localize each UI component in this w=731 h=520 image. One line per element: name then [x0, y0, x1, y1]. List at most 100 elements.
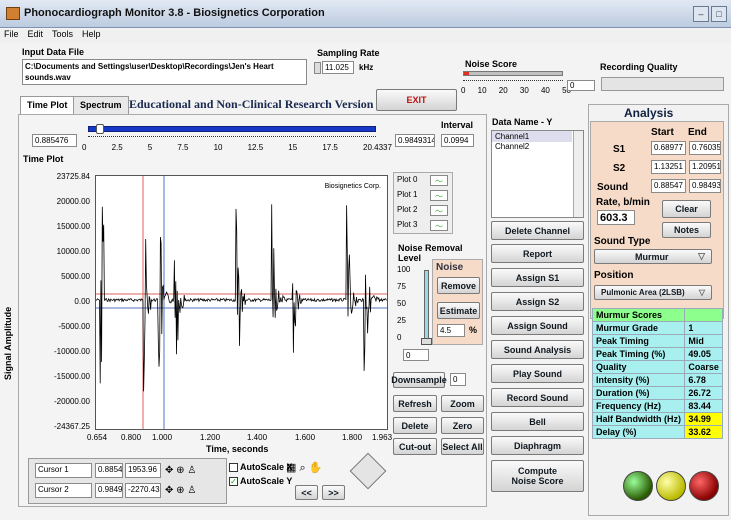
- clear-button[interactable]: Clear: [662, 200, 711, 218]
- graph-tools-icon[interactable]: ▦ ⌕ ✋: [286, 461, 322, 475]
- x-tick-label: 1.600: [295, 433, 316, 442]
- analysis-row-label: S1: [613, 144, 626, 155]
- action-button-assign-s2[interactable]: Assign S2: [491, 292, 584, 311]
- table-row: Intensity (%) 6.78: [591, 373, 723, 387]
- plot-swatch-icon: 〜: [430, 205, 448, 216]
- analysis-end-field: 1.20951: [689, 160, 721, 174]
- input-file-label: Input Data File: [22, 47, 85, 57]
- next-button[interactable]: >>: [322, 485, 345, 500]
- zero-button[interactable]: Zero: [441, 417, 484, 434]
- slider-tick: 17.5: [322, 143, 338, 152]
- table-row: Peak Timing (%) 49.05: [591, 347, 723, 361]
- compute-noise-score-button[interactable]: Compute Noise Score: [491, 460, 584, 492]
- delete-button[interactable]: Delete: [393, 417, 437, 434]
- plot-item[interactable]: Plot 2 〜: [397, 205, 451, 216]
- noise-level-slider[interactable]: [424, 270, 429, 340]
- slider-tick: 15: [288, 143, 298, 152]
- zoom-button[interactable]: Zoom: [441, 395, 484, 412]
- sampling-unit: kHz: [359, 63, 374, 72]
- action-button-delete-channel[interactable]: Delete Channel: [491, 221, 584, 240]
- list-item[interactable]: Channel2: [492, 142, 583, 151]
- estimate-noise-button[interactable]: Estimate: [437, 302, 480, 319]
- menu-tools[interactable]: Tools: [52, 29, 73, 39]
- autoscale-y-checkbox[interactable]: ✓: [229, 477, 238, 486]
- menu-edit[interactable]: Edit: [28, 29, 44, 39]
- action-button-assign-s1[interactable]: Assign S1: [491, 268, 584, 287]
- score-label: Peak Timing: [591, 334, 686, 348]
- yellow-light-icon: [656, 471, 686, 501]
- chevron-down-icon: ▽: [698, 251, 705, 261]
- cursor2-name[interactable]: Cursor 2: [35, 483, 92, 498]
- action-button-report[interactable]: Report: [491, 244, 584, 263]
- plot-swatch-icon: 〜: [430, 220, 448, 231]
- cursor1-x[interactable]: 0.88547: [95, 463, 123, 478]
- table-row: Murmur Scores: [591, 308, 723, 322]
- refresh-button[interactable]: Refresh: [393, 395, 437, 412]
- downsample-value[interactable]: 0: [450, 373, 466, 386]
- maximize-button[interactable]: □: [711, 6, 727, 22]
- noise-box: Noise Remove Estimate 4.5 %: [432, 259, 483, 345]
- y-axis-label: Signal Amplitude: [3, 306, 13, 380]
- remove-noise-button[interactable]: Remove: [437, 277, 480, 294]
- cursor1-name[interactable]: Cursor 1: [35, 463, 92, 478]
- menu-help[interactable]: Help: [82, 29, 101, 39]
- sound-type-select[interactable]: Murmur ▽: [594, 249, 712, 264]
- noise-level-value[interactable]: 0: [403, 349, 429, 361]
- noise-percent-field[interactable]: 4.5: [437, 324, 465, 337]
- action-button-record-sound[interactable]: Record Sound: [491, 388, 584, 407]
- score-label: Peak Timing (%): [591, 347, 686, 361]
- interval-start[interactable]: 0.9849314: [395, 134, 435, 147]
- cursor2-move-icon[interactable]: ✥ ⊕ ♙: [165, 485, 196, 496]
- select-all-button[interactable]: Select All: [441, 438, 484, 455]
- compute-line1: Compute: [518, 466, 557, 476]
- analysis-end-field: 0.98493: [689, 179, 721, 193]
- input-file-path[interactable]: C:\Documents and Settings\user\Desktop\R…: [22, 59, 307, 85]
- action-button-sound-analysis[interactable]: Sound Analysis: [491, 340, 584, 359]
- cutout-button[interactable]: Cut-out: [393, 438, 437, 455]
- position-select[interactable]: Pulmonic Area (2LSB) ▽: [594, 285, 712, 300]
- list-scrollbar[interactable]: [573, 131, 583, 217]
- plot-item[interactable]: Plot 0 〜: [397, 175, 451, 186]
- autoscale-x-checkbox[interactable]: [229, 463, 238, 472]
- score-value: Coarse: [684, 360, 723, 374]
- noise-level-tick: 0: [397, 333, 402, 342]
- interval-width[interactable]: 0.0994: [441, 134, 474, 147]
- cursor2-y[interactable]: -2270.43: [125, 483, 161, 498]
- downsample-button[interactable]: Downsample: [391, 372, 447, 388]
- score-label: Delay (%): [591, 425, 686, 439]
- noise-score-bar: [463, 71, 563, 76]
- slider-thumb[interactable]: [95, 124, 104, 134]
- time-plot-graph[interactable]: Biosignetics Corp.: [95, 175, 388, 430]
- action-button-bell[interactable]: Bell: [491, 412, 584, 431]
- tab-spectrum[interactable]: Spectrum: [73, 96, 129, 114]
- noise-level-tick: 75: [397, 282, 406, 291]
- prev-button[interactable]: <<: [295, 485, 318, 500]
- menu-file[interactable]: File: [4, 29, 19, 39]
- action-button-assign-sound[interactable]: Assign Sound: [491, 316, 584, 335]
- rate-value: 603.3: [597, 210, 635, 225]
- minimize-button[interactable]: –: [693, 6, 709, 22]
- time-slider[interactable]: [88, 126, 376, 132]
- sound-type-label: Sound Type: [594, 236, 651, 247]
- sampling-rate-field[interactable]: 11.025: [322, 61, 354, 74]
- plot-item[interactable]: Plot 3 〜: [397, 220, 451, 231]
- cursor1-y[interactable]: 1953.96: [125, 463, 161, 478]
- action-button-diaphragm[interactable]: Diaphragm: [491, 436, 584, 455]
- sampling-stepper[interactable]: [314, 62, 321, 74]
- title-bar: Phonocardiograph Monitor 3.8 - Biosignet…: [0, 0, 731, 28]
- plot-legend[interactable]: Plot 0 〜 Plot 1 〜 Plot 2 〜 Plot 3 〜: [393, 172, 453, 234]
- cursor1-move-icon[interactable]: ✥ ⊕ ♙: [165, 465, 196, 476]
- slider-value[interactable]: 0.885476: [32, 134, 77, 147]
- exit-button[interactable]: EXIT: [376, 89, 457, 111]
- status-lights: [603, 460, 719, 510]
- tab-time-plot[interactable]: Time Plot: [20, 96, 75, 114]
- noise-level-thumb[interactable]: [421, 338, 432, 345]
- analysis-title: Analysis: [624, 106, 674, 120]
- plot-item[interactable]: Plot 1 〜: [397, 190, 451, 201]
- cursor2-x[interactable]: 0.98493: [95, 483, 123, 498]
- list-item[interactable]: Channel1: [492, 131, 572, 142]
- action-button-play-sound[interactable]: Play Sound: [491, 364, 584, 383]
- data-name-list[interactable]: Channel1 Channel2: [491, 130, 584, 218]
- notes-button[interactable]: Notes: [662, 222, 711, 238]
- chevron-down-icon: ▽: [698, 288, 705, 297]
